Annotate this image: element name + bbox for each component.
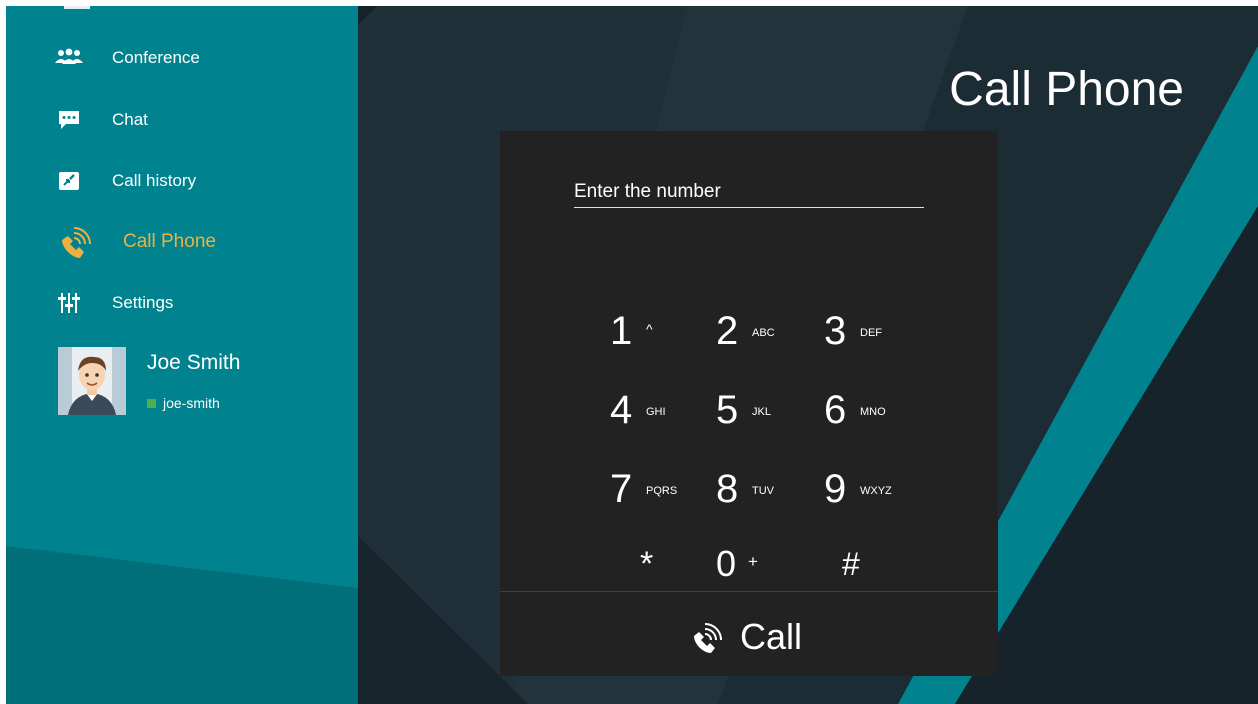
profile-name: Joe Smith — [147, 351, 241, 374]
key-digit: 7 — [610, 467, 633, 511]
key-letters: GHI — [646, 406, 666, 418]
sidebar-item-call-history[interactable]: Call history — [6, 156, 358, 206]
menu-handle — [64, 6, 90, 9]
call-history-icon — [54, 166, 84, 196]
sidebar-item-label: Chat — [112, 110, 148, 129]
dial-key-3[interactable]: 3 DEF — [816, 301, 916, 361]
chat-icon — [54, 105, 84, 135]
sidebar-item-chat[interactable]: Chat — [6, 95, 358, 145]
sidebar-item-conference[interactable]: Conference — [6, 33, 358, 83]
key-digit: 3 — [824, 309, 847, 353]
call-phone-icon — [56, 222, 96, 262]
user-profile[interactable]: Joe Smith joe-smith — [58, 347, 338, 415]
key-digit: # — [842, 546, 860, 582]
key-letters: ^ — [646, 321, 653, 337]
settings-sliders-icon — [54, 288, 84, 318]
key-digit: 5 — [716, 388, 739, 432]
dial-key-9[interactable]: 9 WXYZ — [816, 459, 916, 519]
key-digit: 8 — [716, 467, 739, 511]
status-online-indicator — [147, 399, 156, 408]
dial-key-8[interactable]: 8 TUV — [708, 459, 808, 519]
key-letters: MNO — [860, 406, 886, 418]
sidebar-item-call-phone[interactable]: Call Phone — [6, 217, 358, 267]
dial-key-hash[interactable]: # — [834, 534, 934, 594]
dial-key-2[interactable]: 2 ABC — [708, 301, 808, 361]
sidebar-item-label: Call Phone — [123, 231, 216, 252]
sidebar-item-label: Settings — [112, 293, 174, 312]
key-digit: 0 — [716, 543, 737, 584]
key-letters: WXYZ — [860, 485, 892, 497]
dial-key-4[interactable]: 4 GHI — [602, 380, 702, 440]
app-window: Conference Chat Call history Call Phone … — [6, 6, 1258, 704]
phone-number-input[interactable] — [574, 177, 924, 208]
sidebar: Conference Chat Call history Call Phone … — [6, 6, 358, 704]
key-letters: TUV — [752, 485, 774, 497]
key-digit: 9 — [824, 467, 847, 511]
page-title: Call Phone — [949, 63, 1184, 116]
dial-key-7[interactable]: 7 PQRS — [602, 459, 702, 519]
dial-key-5[interactable]: 5 JKL — [708, 380, 808, 440]
phone-call-icon — [689, 618, 729, 663]
dial-key-0[interactable]: 0 + — [708, 534, 808, 594]
profile-handle: joe-smith — [163, 395, 220, 411]
key-digit: * — [640, 545, 654, 583]
key-letters: DEF — [860, 327, 882, 339]
dialpad-panel: 1 ^ 2 ABC 3 DEF 4 GHI 5 JKL 6 MNO 7 PQRS… — [500, 131, 998, 676]
avatar — [58, 347, 126, 415]
key-digit: 1 — [610, 309, 633, 353]
call-button-label: Call — [740, 616, 803, 657]
key-letters: PQRS — [646, 485, 678, 497]
call-button[interactable]: Call — [500, 592, 998, 676]
sidebar-item-label: Call history — [112, 171, 197, 190]
sidebar-item-label: Conference — [112, 48, 200, 67]
key-digit: 6 — [824, 388, 847, 432]
key-letters: JKL — [752, 406, 771, 418]
dial-key-6[interactable]: 6 MNO — [816, 380, 916, 440]
dial-key-1[interactable]: 1 ^ — [602, 301, 702, 361]
key-digit: 4 — [610, 388, 633, 432]
key-letters: + — [748, 552, 758, 571]
conference-icon — [54, 43, 84, 73]
key-digit: 2 — [716, 309, 739, 353]
sidebar-item-settings[interactable]: Settings — [6, 278, 358, 328]
key-letters: ABC — [752, 327, 775, 339]
